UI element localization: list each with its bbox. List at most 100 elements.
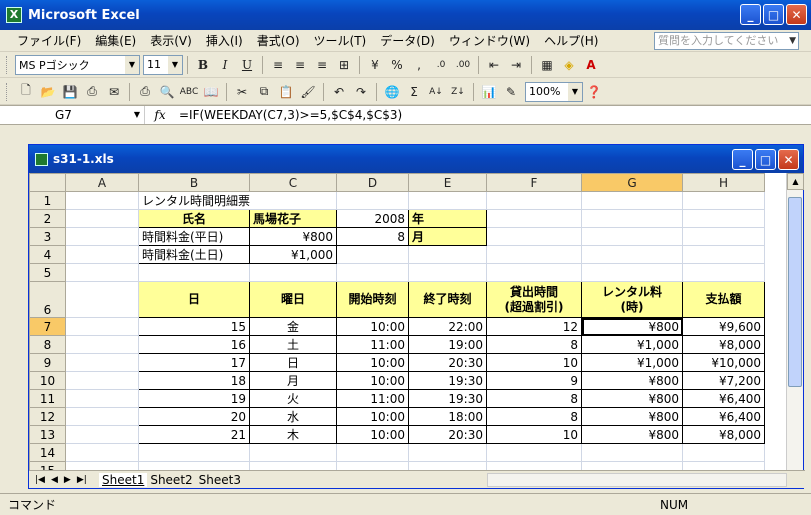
- toolbar-grip[interactable]: [6, 82, 9, 101]
- cell[interactable]: [581, 263, 683, 282]
- email-icon[interactable]: ✉: [103, 81, 125, 103]
- font-color-icon[interactable]: A: [580, 54, 602, 76]
- cell[interactable]: [65, 407, 139, 426]
- last-sheet-icon[interactable]: ▶|: [77, 475, 87, 485]
- header-total[interactable]: 支払額: [682, 281, 765, 318]
- column-header-h[interactable]: H: [682, 173, 765, 192]
- hours-cell[interactable]: 10: [486, 425, 582, 444]
- percent-icon[interactable]: %: [386, 54, 408, 76]
- row-header[interactable]: 7: [29, 317, 66, 336]
- cell[interactable]: [486, 461, 582, 470]
- cell[interactable]: [65, 335, 139, 354]
- font-name-select[interactable]: MS Pゴシック ▼: [15, 54, 140, 75]
- end-cell[interactable]: 19:30: [408, 371, 487, 390]
- rate-cell[interactable]: ¥1,000: [581, 353, 683, 372]
- save-icon[interactable]: 💾: [59, 81, 81, 103]
- cell[interactable]: [408, 245, 487, 264]
- cell[interactable]: [486, 263, 582, 282]
- menu-tools[interactable]: ツール(T): [307, 30, 374, 51]
- hours-cell[interactable]: 12: [486, 317, 582, 336]
- italic-button[interactable]: I: [214, 54, 236, 76]
- total-cell[interactable]: ¥9,600: [682, 317, 765, 336]
- cell[interactable]: [138, 263, 250, 282]
- align-left-icon[interactable]: ≡: [267, 54, 289, 76]
- header-hours[interactable]: 貸出時間 (超過割引): [486, 281, 582, 318]
- start-cell[interactable]: 11:00: [336, 389, 409, 408]
- cell[interactable]: [138, 461, 250, 470]
- row-header[interactable]: 3: [29, 227, 66, 246]
- total-cell[interactable]: ¥8,000: [682, 335, 765, 354]
- workbook-maximize-button[interactable]: □: [755, 149, 776, 170]
- menu-window[interactable]: ウィンドウ(W): [442, 30, 537, 51]
- toolbar-grip[interactable]: [6, 55, 9, 74]
- row-header[interactable]: 5: [29, 263, 66, 282]
- cell[interactable]: [581, 191, 683, 210]
- cell[interactable]: [682, 191, 765, 210]
- formula-input[interactable]: =IF(WEEKDAY(C7,3)>=5,$C$4,$C$3): [175, 108, 402, 122]
- horizontal-scrollbar[interactable]: [487, 473, 787, 487]
- header-rate[interactable]: レンタル料 (時): [581, 281, 683, 318]
- increase-indent-icon[interactable]: ⇥: [505, 54, 527, 76]
- day-cell[interactable]: 20: [138, 407, 250, 426]
- cell[interactable]: [408, 263, 487, 282]
- copy-icon[interactable]: ⧉: [253, 81, 275, 103]
- cell[interactable]: [65, 389, 139, 408]
- autosum-icon[interactable]: Σ: [403, 81, 425, 103]
- cell[interactable]: [581, 461, 683, 470]
- name-label-cell[interactable]: 氏名: [138, 209, 250, 228]
- undo-icon[interactable]: ↶: [328, 81, 350, 103]
- rate-cell[interactable]: ¥800: [581, 407, 683, 426]
- cell[interactable]: [581, 209, 683, 228]
- cut-icon[interactable]: ✂: [231, 81, 253, 103]
- rate-cell[interactable]: ¥800: [581, 371, 683, 390]
- cell[interactable]: [336, 245, 409, 264]
- day-cell[interactable]: 21: [138, 425, 250, 444]
- end-cell[interactable]: 22:00: [408, 317, 487, 336]
- total-cell[interactable]: ¥7,200: [682, 371, 765, 390]
- column-header-b[interactable]: B: [138, 173, 250, 192]
- column-header-f[interactable]: F: [486, 173, 582, 192]
- weekday-cell[interactable]: 日: [249, 353, 337, 372]
- weekday-cell[interactable]: 水: [249, 407, 337, 426]
- permission-icon[interactable]: ⎙: [81, 81, 103, 103]
- redo-icon[interactable]: ↷: [350, 81, 372, 103]
- cell[interactable]: [486, 245, 582, 264]
- header-start[interactable]: 開始時刻: [336, 281, 409, 318]
- workbook-close-button[interactable]: ✕: [778, 149, 799, 170]
- end-cell[interactable]: 18:00: [408, 407, 487, 426]
- cell[interactable]: [249, 443, 337, 462]
- hours-cell[interactable]: 8: [486, 389, 582, 408]
- header-day[interactable]: 日: [138, 281, 250, 318]
- cell[interactable]: [682, 461, 765, 470]
- weekday-cell[interactable]: 月: [249, 371, 337, 390]
- close-button[interactable]: ✕: [786, 4, 807, 25]
- cell[interactable]: [486, 209, 582, 228]
- active-cell-g7[interactable]: ¥800: [581, 317, 683, 336]
- weekday-rate-cell[interactable]: ¥800: [249, 227, 337, 246]
- weekend-rate-label-cell[interactable]: 時間料金(土日): [138, 245, 250, 264]
- column-header-d[interactable]: D: [336, 173, 409, 192]
- chevron-down-icon[interactable]: ▼: [789, 33, 796, 49]
- bold-button[interactable]: B: [192, 54, 214, 76]
- scroll-up-icon[interactable]: ▲: [787, 173, 804, 190]
- scroll-thumb[interactable]: [788, 197, 802, 387]
- first-sheet-icon[interactable]: |◀: [35, 475, 45, 485]
- zoom-select[interactable]: 100% ▼: [525, 81, 583, 102]
- workbook-minimize-button[interactable]: _: [732, 149, 753, 170]
- cell[interactable]: [581, 443, 683, 462]
- cell[interactable]: [65, 209, 139, 228]
- research-icon[interactable]: 📖: [200, 81, 222, 103]
- weekday-cell[interactable]: 土: [249, 335, 337, 354]
- row-header[interactable]: 11: [29, 389, 66, 408]
- row-header[interactable]: 6: [29, 281, 66, 318]
- weekday-cell[interactable]: 火: [249, 389, 337, 408]
- cell[interactable]: [408, 191, 487, 210]
- day-cell[interactable]: 18: [138, 371, 250, 390]
- cell[interactable]: [65, 371, 139, 390]
- column-header-e[interactable]: E: [408, 173, 487, 192]
- cell[interactable]: [65, 461, 139, 470]
- cell[interactable]: [581, 227, 683, 246]
- fill-color-icon[interactable]: ◈: [558, 54, 580, 76]
- end-cell[interactable]: 20:30: [408, 353, 487, 372]
- align-center-icon[interactable]: ≡: [289, 54, 311, 76]
